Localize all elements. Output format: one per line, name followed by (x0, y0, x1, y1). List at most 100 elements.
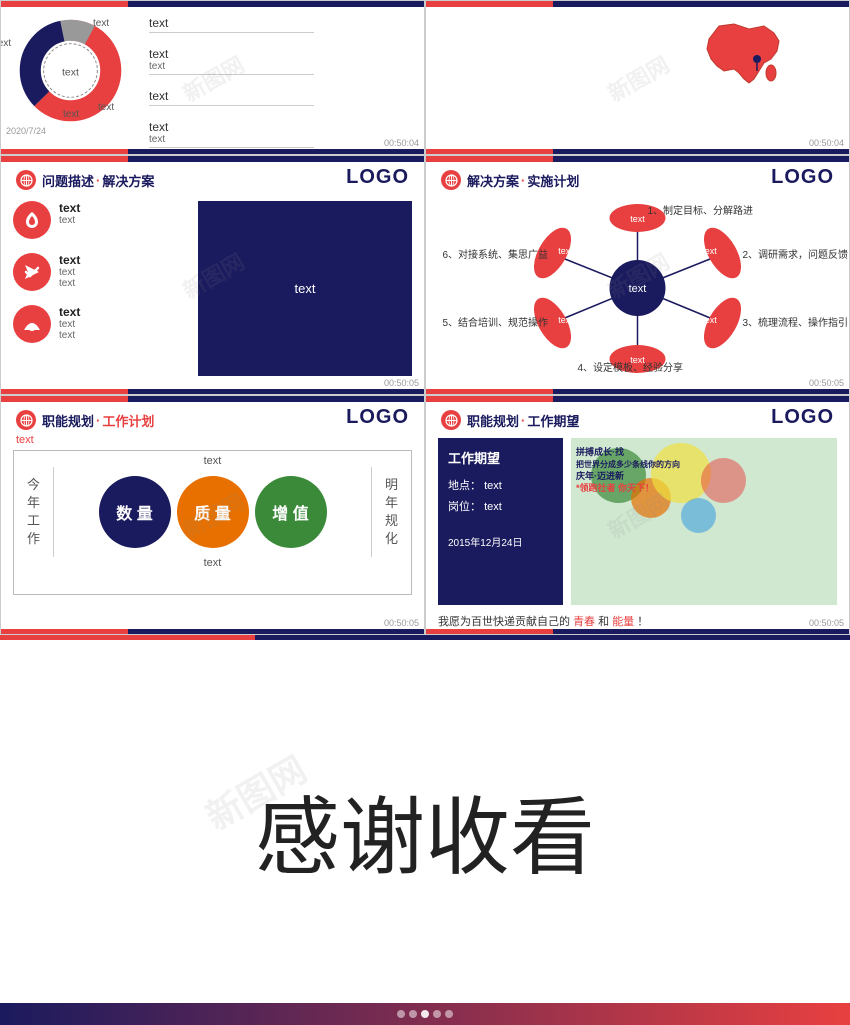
slide-chinamap: 00:50:04 新图网 (425, 0, 850, 155)
globe-icon-5 (441, 410, 461, 430)
icon-circle-1 (13, 201, 51, 239)
donut-label-2: text (0, 38, 11, 49)
bottom-bar-1 (1, 149, 424, 154)
bottom-bar-5 (1, 629, 424, 634)
top-bar-4 (426, 156, 849, 162)
globe-icon-3 (441, 170, 461, 190)
nav-dot-3[interactable] (421, 1010, 429, 1018)
svg-text:text: text (702, 246, 717, 256)
text-list-1: text text text text text text (149, 16, 314, 148)
icon-text-1: text text (59, 201, 80, 226)
icon-sub-1: text (59, 215, 80, 226)
divider-1 (149, 32, 314, 33)
icon-text-2: text text text (59, 253, 80, 289)
work-bottom-label: text (14, 557, 411, 573)
timestamp-3: 00:50:05 (384, 378, 419, 388)
slide2-icons: text text text text text (13, 201, 188, 376)
text-item-4-label: text (149, 120, 314, 134)
donut-chart: text text text text text (13, 13, 128, 128)
timestamp-5: 00:50:05 (384, 618, 419, 628)
row3: 职能规划 · 工作计划 LOGO text text 今 年 工 作 (0, 395, 850, 635)
wish-line-2: 把世界分成多少条线你的方向 (576, 459, 680, 470)
icon-label-3: text (59, 305, 80, 319)
donut-label-3: text (63, 109, 79, 120)
divider-4 (149, 147, 314, 148)
right-label-2: 年 (385, 494, 398, 512)
china-map-svg (699, 21, 789, 91)
slide3-title1: 解决方案 (467, 171, 519, 190)
bottom-bar-3 (1, 389, 424, 394)
nav-dot-2[interactable] (409, 1010, 417, 1018)
circle-value: 增 值 (255, 476, 327, 548)
icon-circle-2 (13, 253, 51, 291)
text-item-1-label: text (149, 16, 314, 30)
left-label-1: 今 (27, 476, 40, 494)
icon-circle-3 (13, 305, 51, 343)
scatter-4 (681, 498, 716, 533)
icon-row-3: text text text (13, 305, 188, 343)
circle-quality: 质 量 (177, 476, 249, 548)
bottom-bar-6 (426, 629, 849, 634)
presentation-grid: text text text text text text text text (0, 0, 850, 1025)
left-label-4: 作 (27, 530, 40, 548)
icon-sub-2b: text (59, 278, 80, 289)
flower-svg: text 1、制定目标、分解路进 2、调研需求，问题反馈 3、梳理流程、操作指引… (426, 196, 849, 381)
svg-text:3、梳理流程、操作指引: 3、梳理流程、操作指引 (743, 316, 849, 329)
row2: 问题描述 · 解决方案 LOGO text text (0, 155, 850, 395)
nav-dot-1[interactable] (397, 1010, 405, 1018)
slide-expectation: 职能规划 · 工作期望 LOGO 工作期望 地点： text 岗位： text (425, 395, 850, 635)
watermark-2: 新图网 (601, 47, 674, 108)
thankyou-top-bar (0, 635, 850, 640)
slide2-box: text (198, 201, 412, 376)
slide3-title2: 实施计划 (527, 171, 579, 190)
icon-row-2: text text text (13, 253, 188, 291)
left-label: 今 年 工 作 (14, 467, 54, 557)
wish-line-1: 拼搏成长·找 (576, 446, 680, 459)
slide4-logo: LOGO (346, 406, 409, 429)
slide5-title1: 职能规划 (467, 411, 519, 430)
slide5-content: 工作期望 地点： text 岗位： text 2015年12月24日 (426, 434, 849, 609)
icon-sub-2a: text (59, 267, 80, 278)
flower-diagram: text 1、制定目标、分解路进 2、调研需求，问题反馈 3、梳理流程、操作指引… (426, 196, 849, 381)
icon-sub-3a: text (59, 319, 80, 330)
right-label: 明 年 规 化 (371, 467, 411, 557)
circles-row: 今 年 工 作 数 量 质 量 增 值 明 年 规 (14, 467, 411, 557)
slide2-sep: · (96, 173, 100, 188)
slide5-infobox: 工作期望 地点： text 岗位： text 2015年12月24日 (438, 438, 563, 605)
donut-label-4: text (98, 102, 114, 113)
divider-3 (149, 105, 314, 106)
position-value: text (484, 501, 502, 513)
icon-row-1: text text (13, 201, 188, 239)
bottom-red1: 青春 (573, 616, 595, 628)
nav-dot-5[interactable] (445, 1010, 453, 1018)
nav-bar[interactable] (0, 1003, 850, 1025)
left-label-2: 年 (27, 494, 40, 512)
circle-quantity: 数 量 (99, 476, 171, 548)
location-value: text (484, 480, 502, 492)
svg-text:text: text (629, 283, 647, 295)
bottom-bar-2 (426, 149, 849, 154)
scatter-5 (701, 458, 746, 503)
icon-text-3: text text text (59, 305, 80, 341)
slide5-sep: · (521, 413, 525, 428)
row1: text text text text text text text text (0, 0, 850, 155)
slide3-sep: · (521, 173, 525, 188)
date-label: 2020/7/24 (6, 126, 46, 136)
slide4-sep: · (96, 413, 100, 428)
slide5-date: 2015年12月24日 (448, 534, 553, 549)
timestamp-2: 00:50:04 (809, 138, 844, 148)
svg-text:text: text (558, 315, 573, 325)
slide-problem: 问题描述 · 解决方案 LOGO text text (0, 155, 425, 395)
svg-text:5、结合培训、规范操作: 5、结合培训、规范操作 (443, 316, 549, 329)
wish-line-4: *领跑社者 你天下！ (576, 482, 680, 495)
slide2-content: text text text text text (1, 196, 424, 381)
bottom-red2: 能量 (612, 616, 634, 628)
svg-text:text: text (630, 214, 645, 224)
slide5-logo: LOGO (771, 406, 834, 429)
slide5-box-title: 工作期望 (448, 448, 553, 467)
text-item-3: text (149, 89, 314, 106)
globe-icon-2 (16, 170, 36, 190)
slide-solution: 解决方案 · 实施计划 LOGO (425, 155, 850, 395)
nav-dot-4[interactable] (433, 1010, 441, 1018)
location-label: 地点： (448, 480, 481, 492)
